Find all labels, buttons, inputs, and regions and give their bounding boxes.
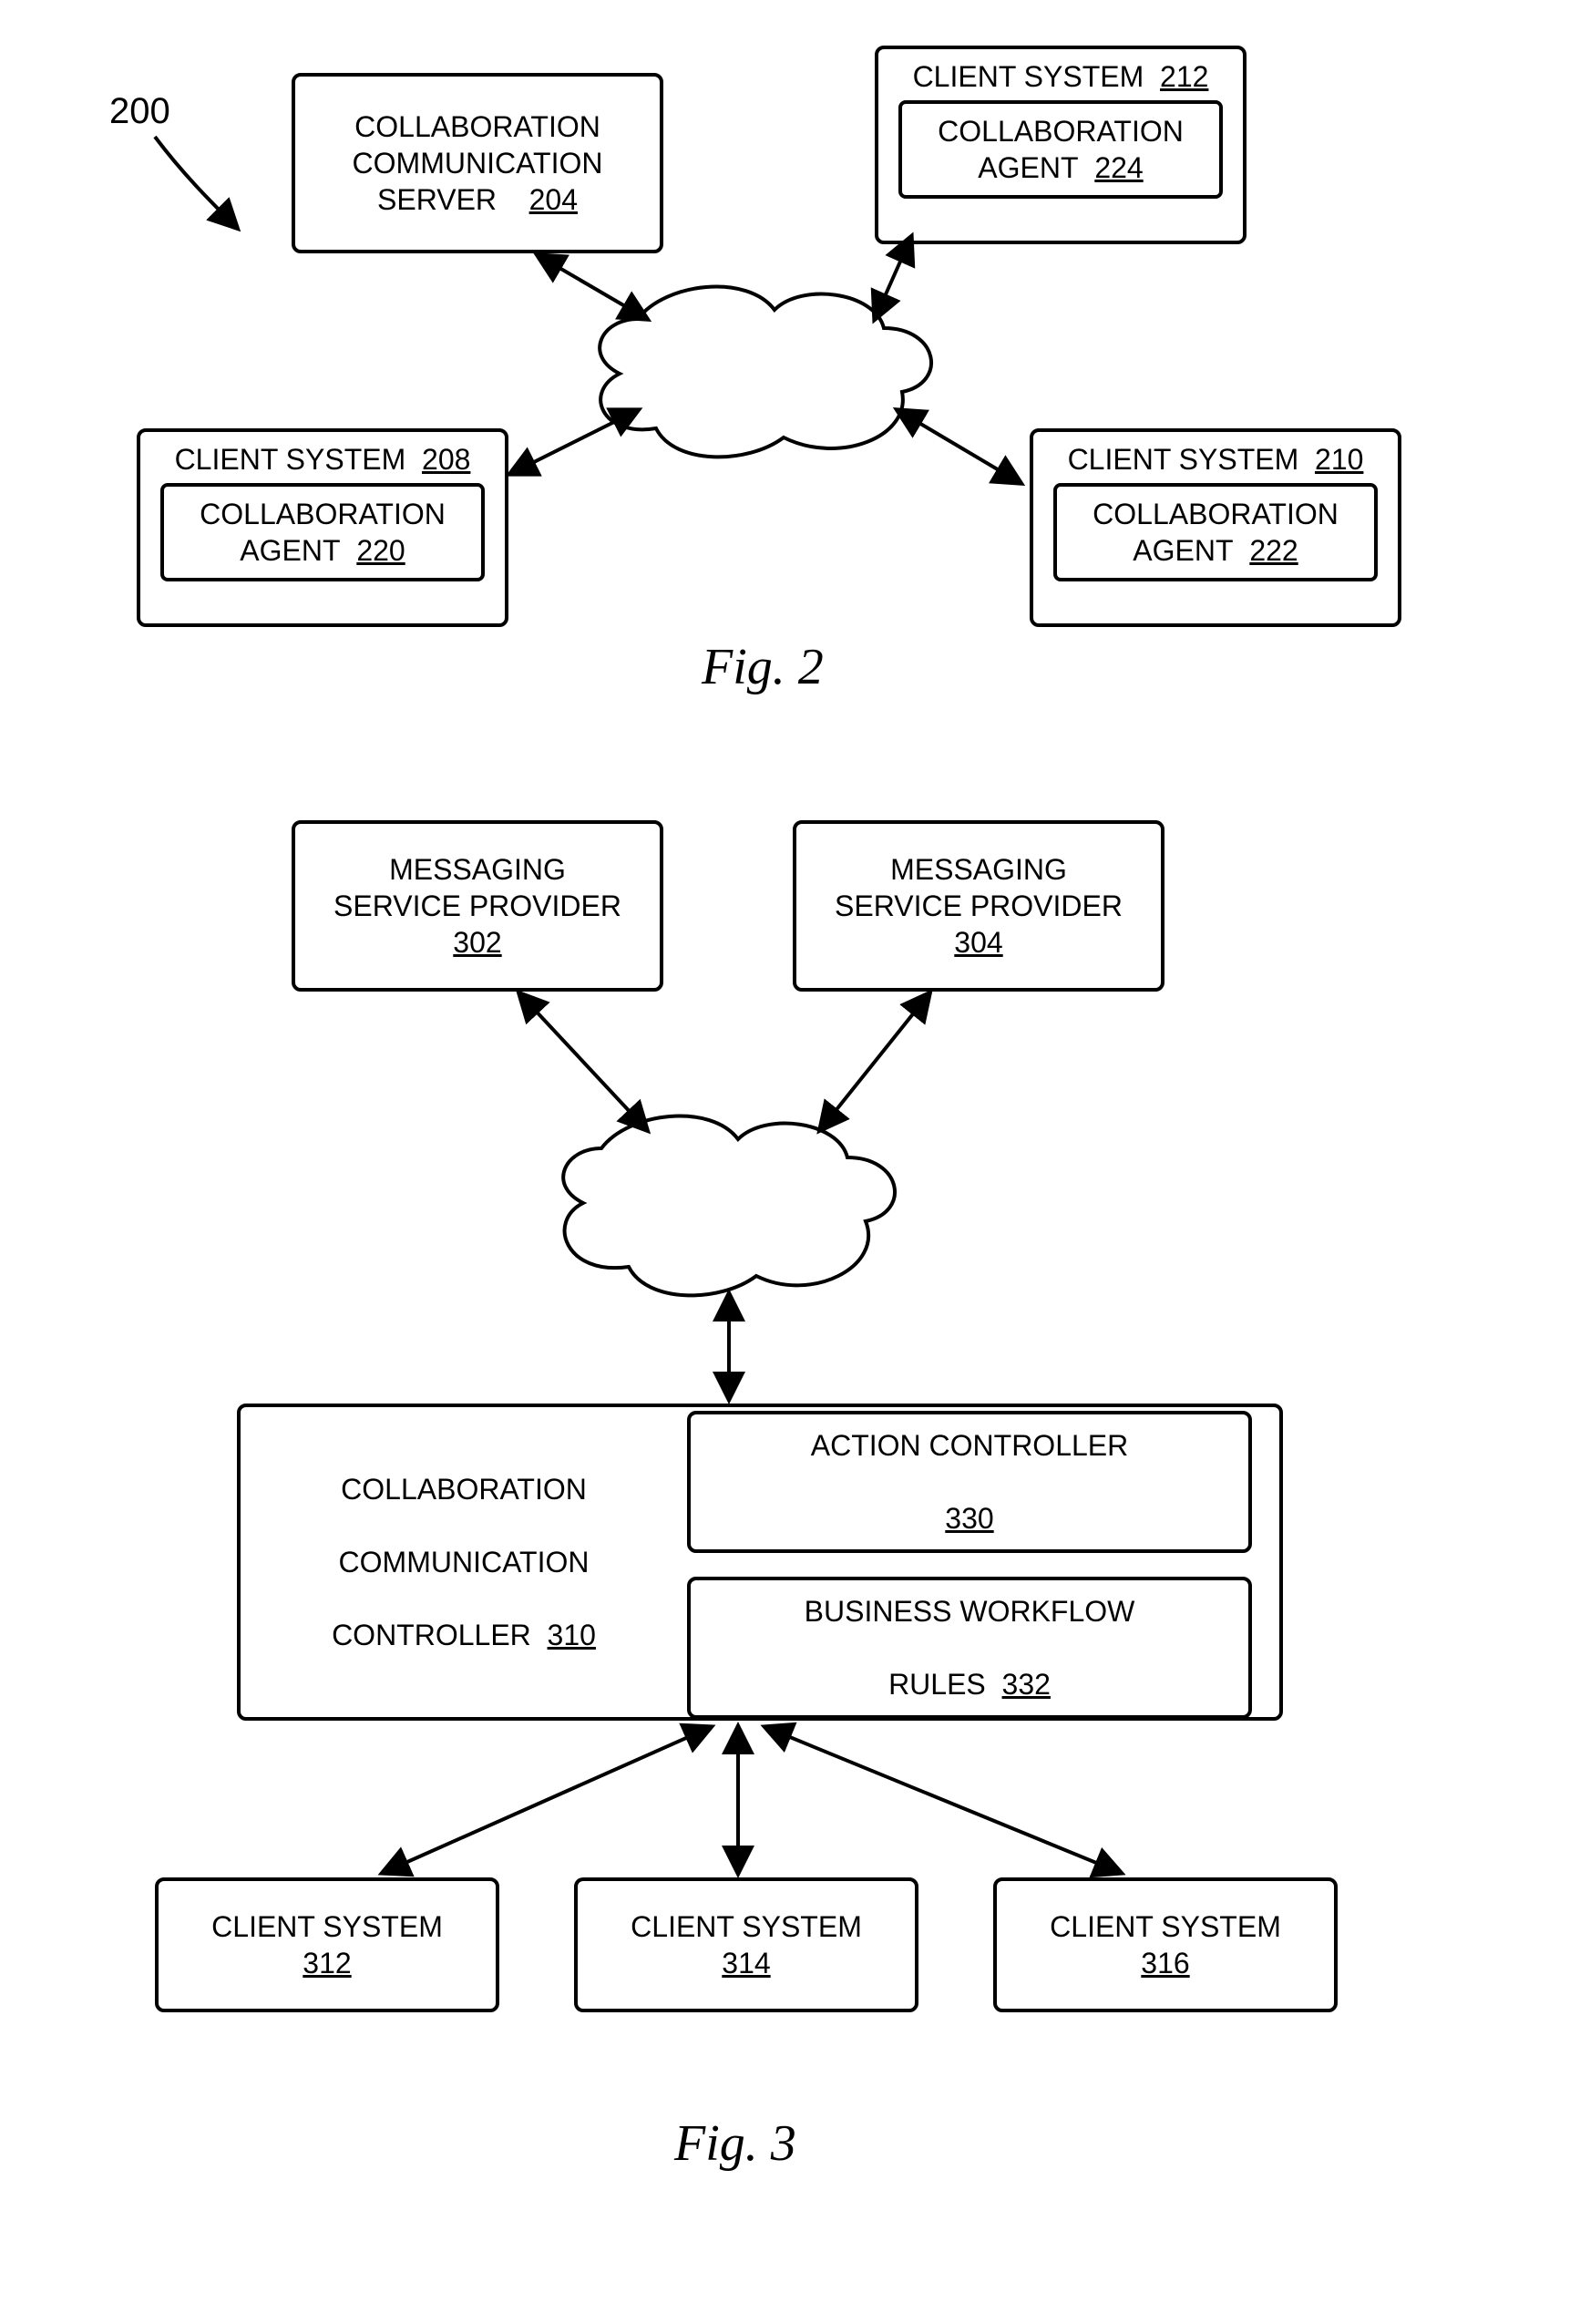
label: SERVER 204 <box>377 181 578 218</box>
fig2-callout: 200 <box>109 91 170 132</box>
fig3-caption: Fig. 3 <box>674 2114 796 2173</box>
page: 200 COLLABORATION COMMUNICATION SERVER 2… <box>0 0 1580 2324</box>
box-client-212: CLIENT SYSTEM 212 COLLABORATION AGENT 22… <box>875 46 1247 244</box>
fig2-caption: Fig. 2 <box>702 638 824 696</box>
box-msg-provider-304: MESSAGING SERVICE PROVIDER 304 <box>793 820 1164 992</box>
label: COLLABORATION <box>354 108 600 145</box>
box-client-316: CLIENT SYSTEM 316 <box>993 1877 1338 2012</box>
inner-collab-agent-224: COLLABORATION AGENT 224 <box>898 100 1223 199</box>
box-collab-server-204: COLLABORATION COMMUNICATION SERVER 204 <box>292 73 663 253</box>
box-action-controller-330: ACTION CONTROLLER 330 <box>687 1411 1252 1553</box>
controller-label-block: COLLABORATION COMMUNICATION CONTROLLER 3… <box>268 1471 660 1653</box>
box-collab-controller-310: COLLABORATION COMMUNICATION CONTROLLER 3… <box>237 1404 1283 1721</box>
box-client-314: CLIENT SYSTEM 314 <box>574 1877 918 2012</box>
label: CLIENT SYSTEM 210 <box>1068 441 1364 478</box>
box-client-208: CLIENT SYSTEM 208 COLLABORATION AGENT 22… <box>137 428 508 627</box>
box-client-312: CLIENT SYSTEM 312 <box>155 1877 499 2012</box>
label: CLIENT SYSTEM 212 <box>913 58 1209 95</box>
inner-collab-agent-220: COLLABORATION AGENT 220 <box>160 483 485 581</box>
box-client-210: CLIENT SYSTEM 210 COLLABORATION AGENT 22… <box>1030 428 1401 627</box>
box-msg-provider-302: MESSAGING SERVICE PROVIDER 302 <box>292 820 663 992</box>
fig3-network-label: NETWORK 102 <box>620 1167 847 1239</box>
fig2-callout-ref: 200 <box>109 91 170 131</box>
box-business-rules-332: BUSINESS WORKFLOW RULES 332 <box>687 1577 1252 1719</box>
label: CLIENT SYSTEM 208 <box>175 441 471 478</box>
controller-inner-column: ACTION CONTROLLER 330 BUSINESS WORKFLOW … <box>687 1405 1252 1719</box>
label: COMMUNICATION <box>353 145 603 181</box>
fig2-network-label: NETWORK 102 <box>656 337 884 410</box>
inner-collab-agent-222: COLLABORATION AGENT 222 <box>1053 483 1378 581</box>
